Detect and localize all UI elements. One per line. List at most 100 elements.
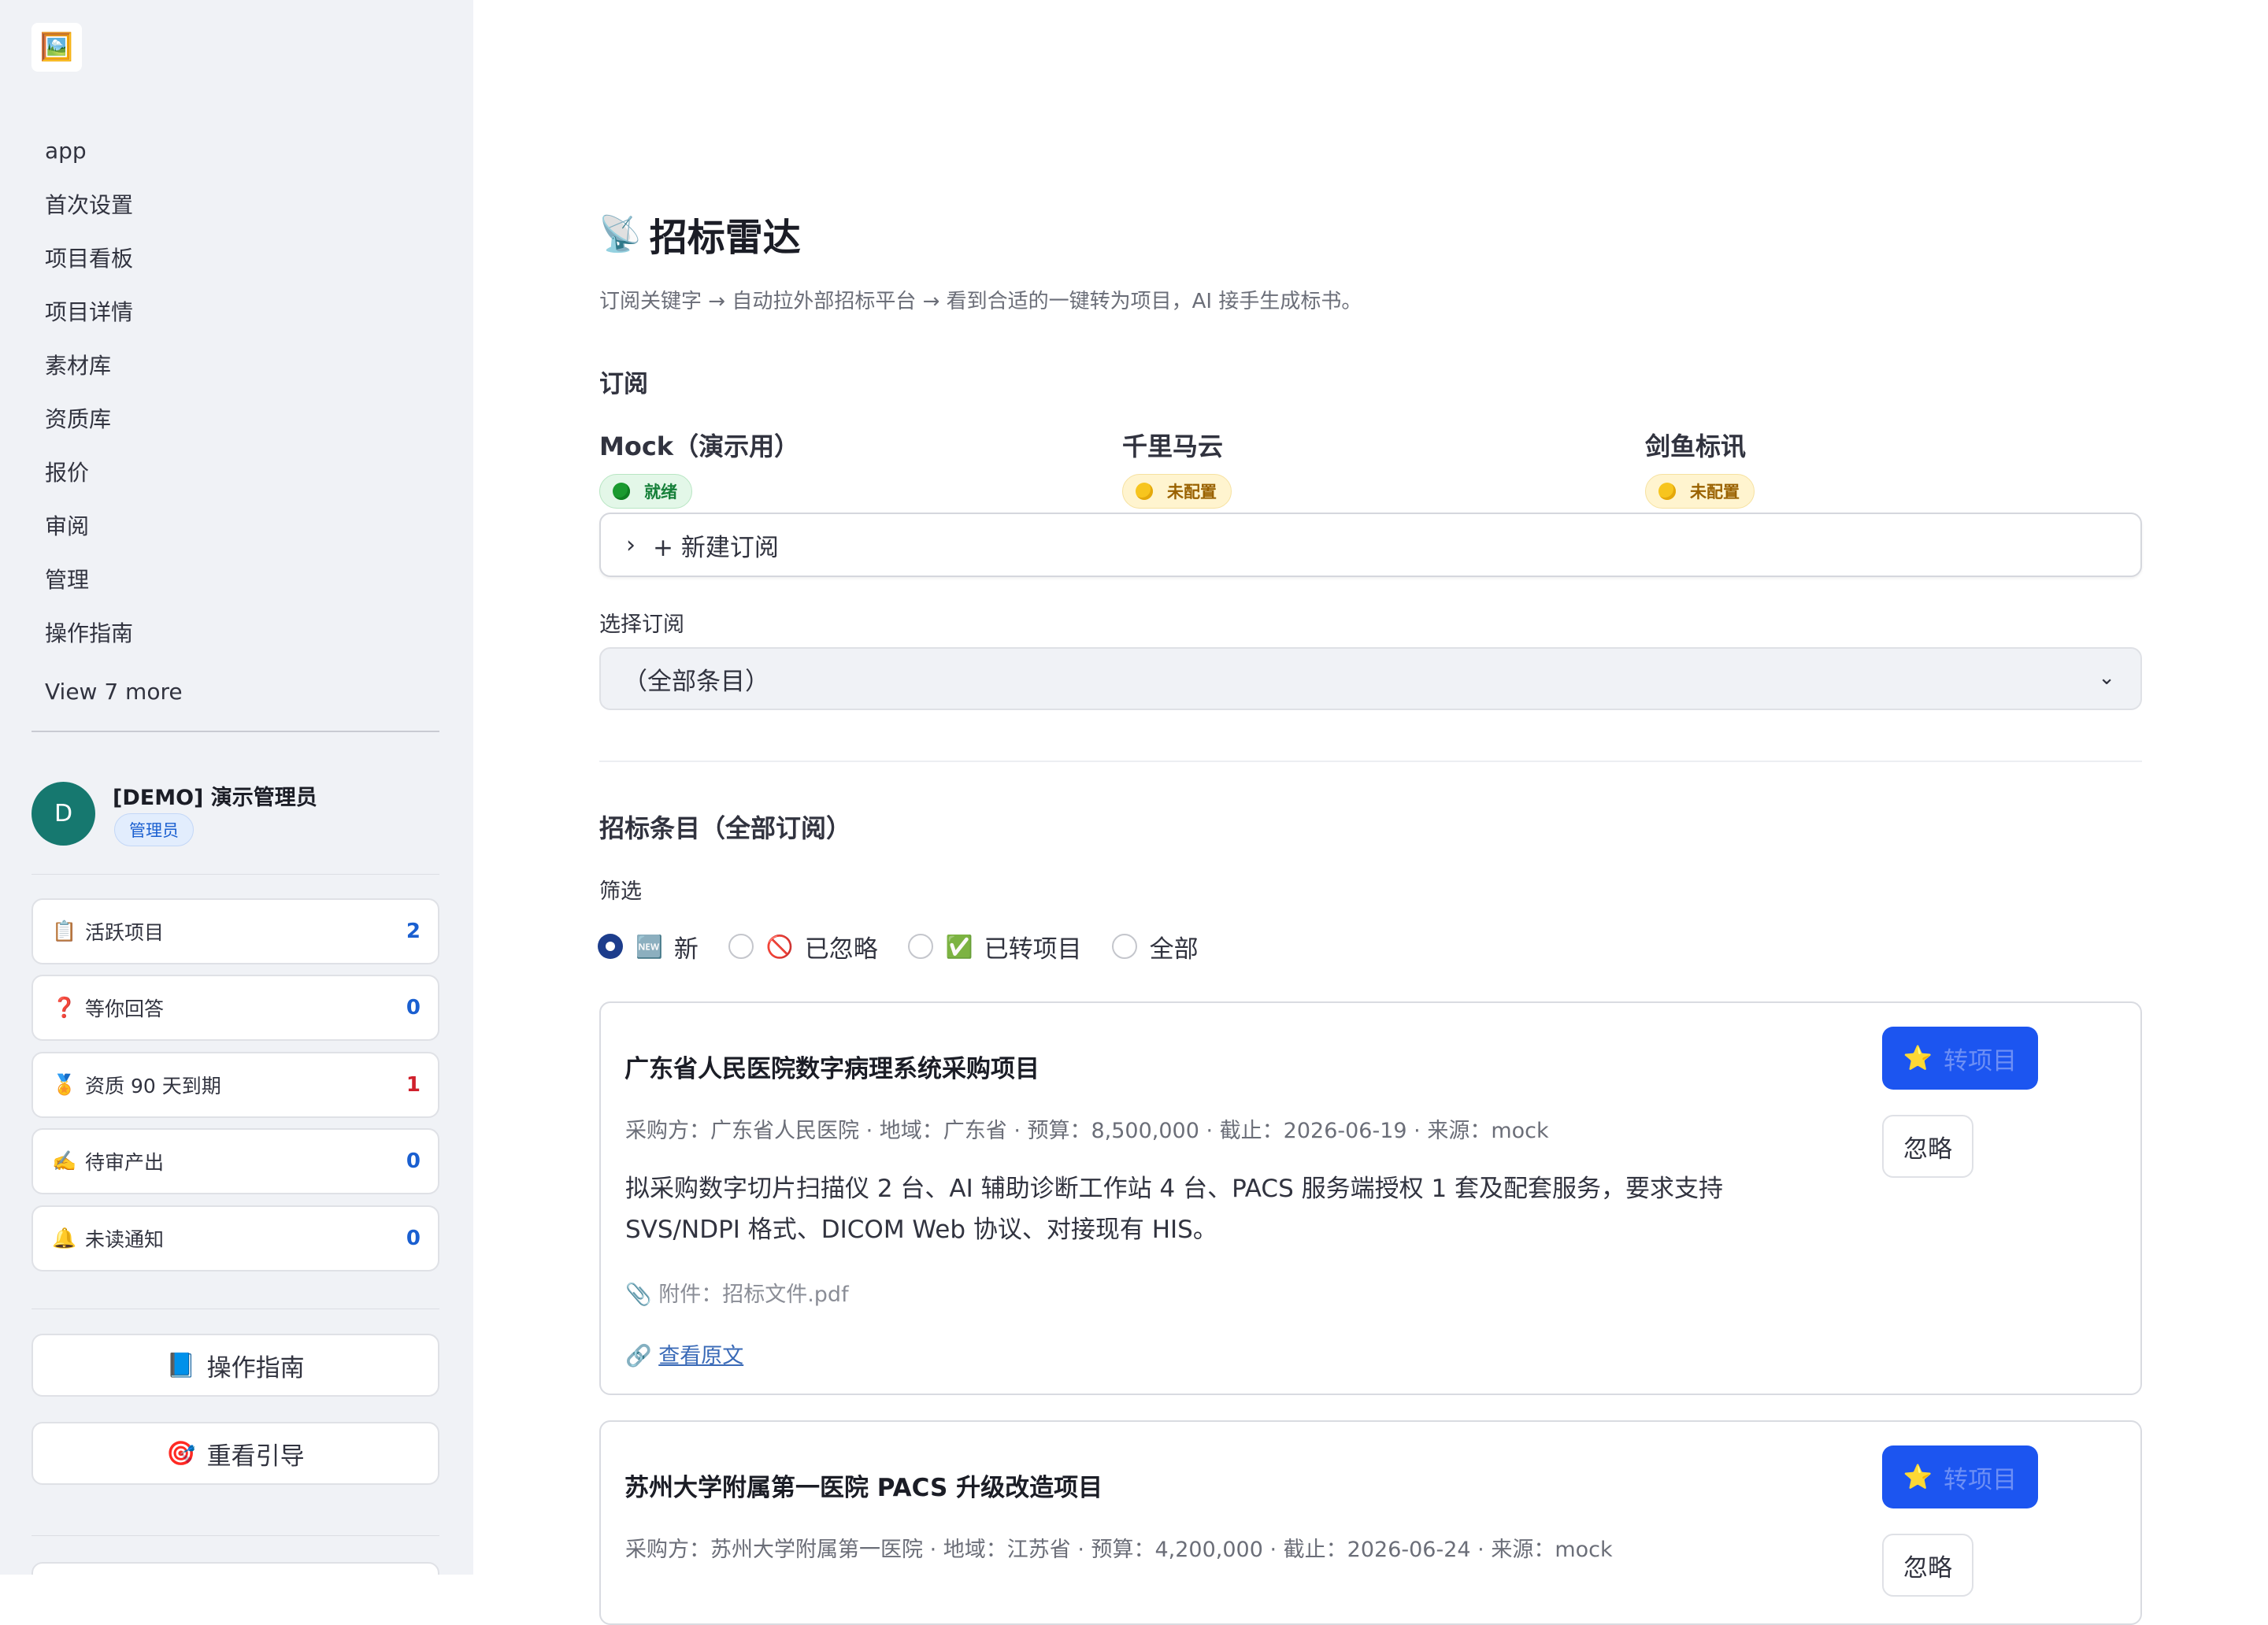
stat-count: 1 [406,1073,421,1097]
subscription-select-value: （全部条目） [623,667,769,696]
question-icon: ❓ [52,996,77,1019]
tender-description: 拟采购数字切片扫描仪 2 台、AI 辅助诊断工作站 4 台、PACS 服务端授权… [625,1175,1724,1244]
source-mock: Mock（演示用） 就绪 [599,427,800,509]
status-badge: 未配置 [1645,474,1755,509]
nav-item-qualifications[interactable]: 资质库 [32,391,439,445]
stat-label: 活跃项目 [85,921,165,944]
clipboard-icon: 📋 [52,920,77,942]
status-text: 未配置 [1690,483,1740,502]
stat-qualifications-expiring[interactable]: 🏅 资质 90 天到期 1 [32,1052,439,1118]
user-name: [DEMO] 演示管理员 [113,786,317,810]
status-text: 就绪 [644,483,677,502]
filter-converted[interactable]: ✅ 已转项目 [907,929,1082,964]
stat-unread-notifications[interactable]: 🔔 未读通知 0 [32,1205,439,1271]
filter-ignored[interactable]: 🚫 已忽略 [728,929,878,964]
tender-card: 广东省人民医院数字病理系统采购项目 采购方：广东省人民医院 · 地域：广东省 ·… [599,1001,2142,1395]
section-divider [599,761,2142,762]
view-original-link[interactable]: 查看原文 [658,1344,743,1368]
nav-item-review[interactable]: 审阅 [32,498,439,552]
tender-meta: 采购方：苏州大学附属第一医院 · 地域：江苏省 · 预算：4,200,000 ·… [625,1538,1613,1562]
yellow-dot-icon [1658,483,1676,500]
source-jianyu: 剑鱼标讯 未配置 [1645,427,1755,509]
convert-to-project-button[interactable]: ⭐ 转项目 [1882,1445,2038,1508]
stat-pending-review[interactable]: ✍️ 待审产出 0 [32,1128,439,1194]
nav-item-setup[interactable]: 首次设置 [32,177,439,231]
subscriptions-heading: 订阅 [599,370,648,398]
yellow-dot-icon [1136,483,1153,500]
guide-button-label: 操作指南 [206,1353,305,1383]
sidebar: 🖼️ app 首次设置 项目看板 项目详情 素材库 资质库 报价 审阅 管理 操… [0,0,473,1575]
stat-awaiting-answer[interactable]: ❓ 等你回答 0 [32,975,439,1041]
nav-item-materials[interactable]: 素材库 [32,338,439,391]
prohibited-icon: 🚫 [765,933,794,960]
nav-item-guide[interactable]: 操作指南 [32,605,439,659]
star-icon: ⭐ [1903,1044,1933,1072]
stat-active-projects[interactable]: 📋 活跃项目 2 [32,898,439,964]
star-icon: ⭐ [1903,1463,1933,1491]
link-icon: 🔗 [625,1344,659,1368]
source-name: 剑鱼标讯 [1645,431,1747,461]
filter-label-text: 已转项目 [984,935,1082,964]
role-badge: 管理员 [114,813,194,846]
nav-item-admin[interactable]: 管理 [32,552,439,605]
page-title-text: 招标雷达 [649,216,801,260]
replay-onboarding-button[interactable]: 🎯 重看引导 [32,1422,439,1485]
main-content: 📡 招标雷达 订阅关键字 → 自动拉外部招标平台 → 看到合适的一键转为项目，A… [473,0,2268,1625]
new-subscription-expander[interactable]: › + 新建订阅 [599,513,2142,577]
radio-icon [907,934,933,959]
satellite-dish-icon: 📡 [598,214,642,254]
nav-item-app[interactable]: app [32,124,439,177]
sidebar-nav: app 首次设置 项目看板 项目详情 素材库 资质库 报价 审阅 管理 操作指南… [32,124,439,724]
convert-label: 转项目 [1944,1046,2018,1075]
stat-count: 0 [406,996,421,1020]
tender-meta: 采购方：广东省人民医院 · 地域：广东省 · 预算：8,500,000 · 截止… [625,1119,1549,1143]
items-heading: 招标条目（全部订阅） [599,813,852,843]
select-subscription-label: 选择订阅 [599,613,684,637]
nav-divider [32,731,439,732]
convert-to-project-button[interactable]: ⭐ 转项目 [1882,1027,2038,1090]
page-subtitle: 订阅关键字 → 自动拉外部招标平台 → 看到合适的一键转为项目，AI 接手生成标… [599,290,1362,313]
guide-button[interactable]: 📘 操作指南 [32,1334,439,1397]
nav-item-project-detail[interactable]: 项目详情 [32,284,439,338]
attachment-text: 附件：招标文件.pdf [658,1283,849,1307]
filter-all[interactable]: 全部 [1111,929,1199,964]
filter-radio-group: 🆕 新 🚫 已忽略 ✅ 已转项目 全部 [598,929,1228,964]
stat-label: 资质 90 天到期 [85,1075,221,1098]
filter-label-text: 全部 [1149,935,1199,964]
convert-label: 转项目 [1944,1465,2018,1494]
bell-icon: 🔔 [52,1227,77,1249]
check-mark-icon: ✅ [945,933,973,960]
status-text: 未配置 [1167,483,1217,502]
book-icon: 📘 [166,1351,196,1379]
user-divider [32,874,439,875]
stat-count: 0 [406,1227,421,1250]
sidebar-extra-card[interactable] [32,1562,439,1575]
radio-icon [728,934,754,959]
source-qianlima: 千里马云 未配置 [1122,427,1232,509]
ignore-button[interactable]: 忽略 [1882,1534,1973,1597]
tender-source-link: 🔗 查看原文 [625,1338,743,1369]
subscription-select[interactable]: （全部条目） ⌄ [599,647,2142,710]
filter-label: 筛选 [599,879,642,904]
bottom-divider [32,1535,439,1536]
chevron-down-icon: ⌄ [2098,666,2115,690]
stat-label: 待审产出 [85,1151,165,1174]
tender-title: 广东省人民医院数字病理系统采购项目 [624,1055,1040,1083]
tender-attachment: 📎 附件：招标文件.pdf [625,1277,849,1308]
filter-new[interactable]: 🆕 新 [598,929,699,964]
paperclip-icon: 📎 [625,1283,659,1307]
green-dot-icon [613,483,630,500]
filter-label-text: 新 [673,935,699,964]
avatar: D [32,782,95,846]
stat-count: 2 [406,920,421,943]
nav-item-board[interactable]: 项目看板 [32,231,439,284]
filter-label-text: 已忽略 [804,935,878,964]
app-logo-icon[interactable]: 🖼️ [32,23,82,72]
source-list: Mock（演示用） 就绪 千里马云 未配置 剑鱼标讯 未配置 [599,427,2140,513]
nav-view-more[interactable]: View 7 more [32,659,439,724]
source-name: Mock（演示用） [599,431,800,461]
status-badge: 未配置 [1122,474,1232,509]
ignore-button[interactable]: 忽略 [1882,1115,1973,1178]
medal-icon: 🏅 [52,1073,77,1096]
nav-item-quote[interactable]: 报价 [32,445,439,498]
